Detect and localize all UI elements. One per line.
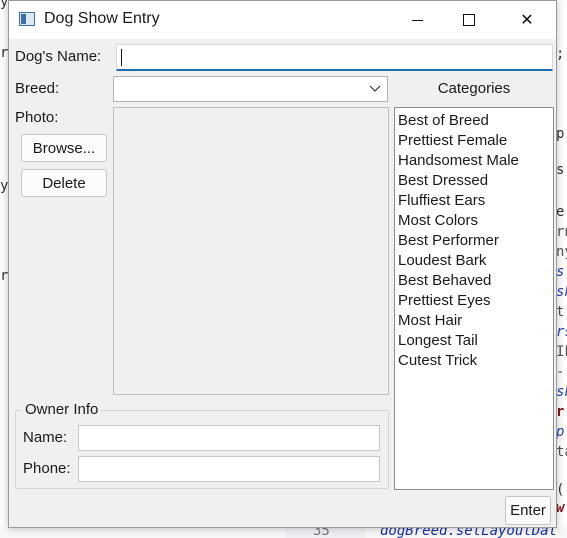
owner-info-title: Owner Info xyxy=(22,401,102,418)
background-editor-right: ; p; s; e; rn ny s sh t rs IL - sh r p t… xyxy=(556,0,567,538)
maximize-icon xyxy=(463,14,475,26)
bg-fragment: ; xyxy=(556,46,565,62)
owner-name-input[interactable] xyxy=(78,425,380,451)
owner-phone-input[interactable] xyxy=(78,456,380,482)
title-bar[interactable]: Dog Show Entry ✕ xyxy=(9,1,556,39)
dog-name-input[interactable] xyxy=(116,44,553,71)
maximize-button[interactable] xyxy=(446,1,492,39)
dog-name-label: Dog's Name: xyxy=(15,48,102,65)
bg-fragment: e; xyxy=(556,204,567,220)
line-number: 35 xyxy=(313,527,330,538)
list-item[interactable]: Fluffiest Ears xyxy=(395,191,553,211)
window-title: Dog Show Entry xyxy=(44,10,160,27)
categories-list[interactable]: Best of Breed Prettiest Female Handsomes… xyxy=(394,107,554,490)
owner-phone-label: Phone: xyxy=(23,460,71,477)
bg-fragment: ta xyxy=(556,444,567,460)
bg-fragment: r xyxy=(556,404,565,420)
list-item[interactable]: Best of Breed xyxy=(395,111,553,131)
background-editor-bottom: 35 dogBreed.setLayoutDat xyxy=(0,527,567,538)
minimize-icon xyxy=(411,19,423,21)
list-item[interactable]: Prettiest Female xyxy=(395,131,553,151)
app-window-icon xyxy=(19,12,35,26)
bg-fragment: s xyxy=(556,264,565,280)
bg-fragment: sh xyxy=(556,284,567,300)
dog-show-entry-window: Dog Show Entry ✕ Dog's Name: Breed: Phot… xyxy=(8,0,557,528)
bg-fragment: p xyxy=(556,424,565,440)
enter-button[interactable]: Enter xyxy=(505,496,551,525)
bg-fragment: ( xyxy=(556,482,565,498)
list-item[interactable]: Best Behaved xyxy=(395,271,553,291)
list-item[interactable]: Cutest Trick xyxy=(395,351,553,371)
close-icon: ✕ xyxy=(520,12,534,29)
photo-label: Photo: xyxy=(15,109,59,126)
list-item[interactable]: Most Hair xyxy=(395,311,553,331)
bg-fragment: p; xyxy=(556,126,567,142)
browse-button[interactable]: Browse... xyxy=(21,134,107,162)
code-line: dogBreed.setLayoutDat xyxy=(380,527,558,538)
breed-label: Breed: xyxy=(15,80,60,97)
bg-fragment: rs xyxy=(556,324,567,340)
photo-preview xyxy=(113,107,389,395)
list-item[interactable]: Prettiest Eyes xyxy=(395,291,553,311)
list-item[interactable]: Handsomest Male xyxy=(395,151,553,171)
breed-dropdown[interactable] xyxy=(113,76,388,102)
bg-fragment: IL xyxy=(556,344,567,360)
bg-fragment: sh xyxy=(556,384,567,400)
bg-fragment: w xyxy=(556,500,565,516)
list-item[interactable]: Longest Tail xyxy=(395,331,553,351)
list-item[interactable]: Best Dressed xyxy=(395,171,553,191)
delete-button[interactable]: Delete xyxy=(21,169,107,197)
bg-fragment: s; xyxy=(556,162,567,178)
owner-name-label: Name: xyxy=(23,429,68,446)
minimize-button[interactable] xyxy=(394,1,440,39)
categories-header: Categories xyxy=(437,80,511,97)
bg-fragment: ny xyxy=(556,244,567,260)
bg-fragment: rn xyxy=(556,224,567,240)
list-item[interactable]: Most Colors xyxy=(395,211,553,231)
chevron-down-icon xyxy=(369,85,381,92)
close-button[interactable]: ✕ xyxy=(504,1,550,39)
list-item[interactable]: Loudest Bark xyxy=(395,251,553,271)
list-item[interactable]: Best Performer xyxy=(395,231,553,251)
bg-fragment: t xyxy=(556,304,565,320)
bg-fragment: - xyxy=(556,364,565,380)
text-caret xyxy=(121,49,122,66)
